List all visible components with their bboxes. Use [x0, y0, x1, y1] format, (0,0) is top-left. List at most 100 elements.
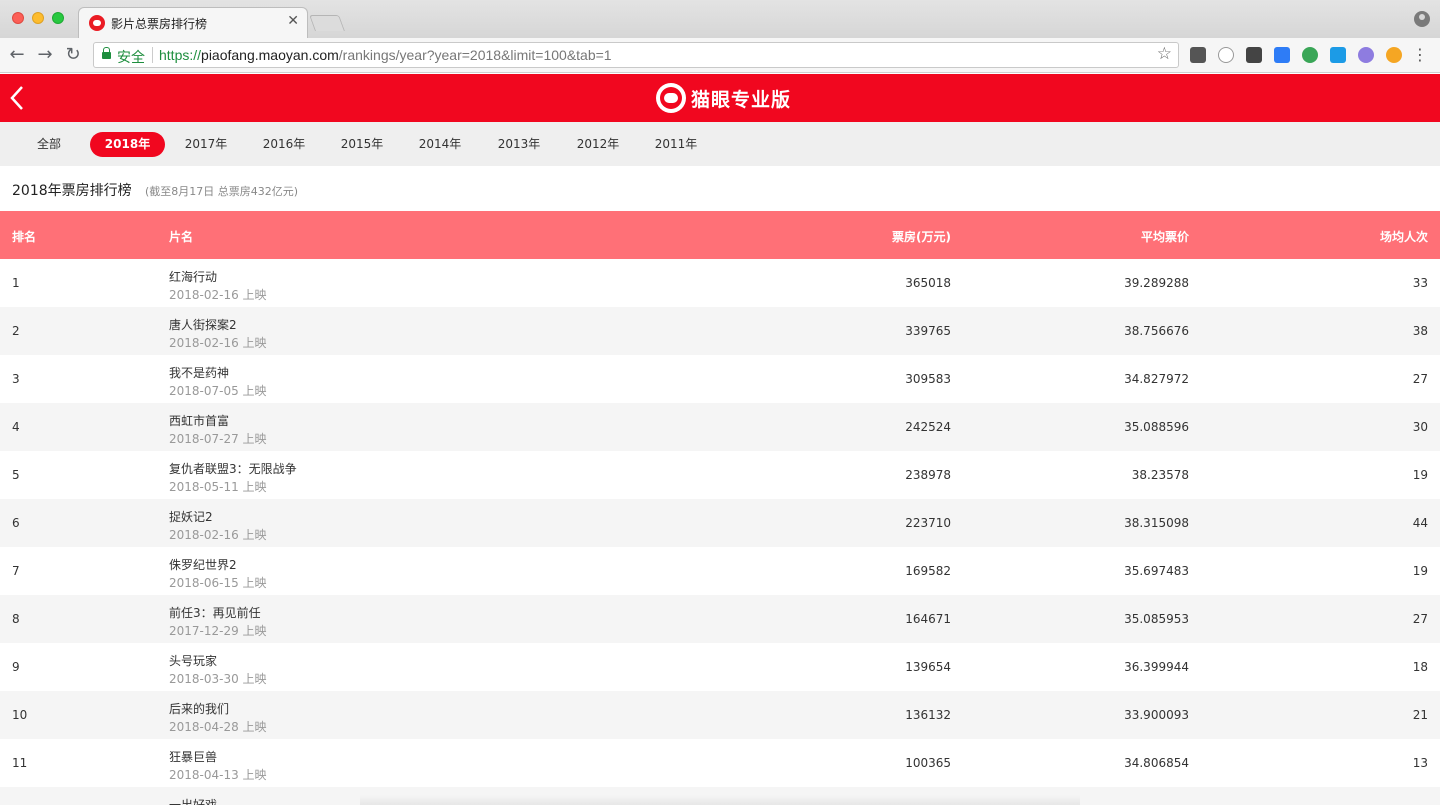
box-office-cell: 136132	[905, 708, 951, 722]
movie-name-cell: 捉妖记2	[169, 510, 213, 524]
box-office-cell: 365018	[905, 276, 951, 290]
box-office-cell: 339765	[905, 324, 951, 338]
extension-p-icon[interactable]	[1330, 47, 1346, 63]
brand-name: 猫眼专业版	[691, 88, 792, 111]
table-body: 1 红海行动 2018-02-16 上映 365018 39.289288 33 2 唐人街探…	[0, 259, 1440, 805]
year-tab[interactable]: 2012年	[570, 132, 626, 157]
year-tab[interactable]: 2013年	[491, 132, 547, 157]
extension-pocket-icon[interactable]	[1274, 47, 1290, 63]
tab-close-icon[interactable]: ✕	[287, 13, 299, 29]
release-date-cell: 2018-05-11 上映	[169, 480, 267, 494]
avg-people-cell: 21	[1412, 708, 1428, 722]
browser-tab[interactable]: 影片总票房排行榜 ✕	[78, 7, 308, 38]
movie-name-cell: 前任3：再见前任	[169, 606, 261, 620]
year-tab[interactable]: 2015年	[334, 132, 390, 157]
maoyan-favicon-icon	[89, 15, 105, 31]
profile-icon[interactable]	[1414, 11, 1430, 27]
window-maximize-button[interactable]	[52, 12, 64, 24]
box-office-cell: 139654	[905, 660, 951, 674]
bookmark-star-icon[interactable]: ☆	[1157, 44, 1172, 64]
table-row[interactable]: 3 我不是药神 2018-07-05 上映 309583 34.827972 27	[0, 355, 1440, 403]
release-date-cell: 2018-07-05 上映	[169, 384, 267, 398]
box-office-cell: 223710	[905, 516, 951, 530]
brand: 猫眼专业版	[656, 83, 791, 113]
box-office-cell: 100365	[905, 756, 951, 770]
back-chevron-icon[interactable]	[8, 84, 26, 112]
table-row[interactable]: 11 狂暴巨兽 2018-04-13 上映 100365 34.806854 13	[0, 739, 1440, 787]
col-header-rank: 排名	[12, 230, 37, 244]
movie-name-cell: 头号玩家	[169, 654, 218, 668]
table-row[interactable]: 9 头号玩家 2018-03-30 上映 139654 36.399944 18	[0, 643, 1440, 691]
extension-translate-icon[interactable]	[1246, 47, 1262, 63]
movie-name-cell: 唐人街探案2	[169, 318, 237, 332]
address-bar[interactable]: 安全 https://piaofang.maoyan.com/rankings/…	[93, 42, 1179, 68]
rank-cell: 11	[12, 756, 28, 770]
url-path: /rankings/year?year=2018&limit=100&tab=1	[338, 47, 612, 63]
avg-price-cell: 33.900093	[1124, 708, 1189, 722]
extension-star-icon[interactable]	[1386, 47, 1402, 63]
table-header: 排名 片名 票房(万元) 平均票价 场均人次	[0, 211, 1440, 259]
avg-price-cell: 39.289288	[1124, 276, 1189, 290]
reload-icon[interactable]: ↻	[62, 43, 84, 67]
window-close-button[interactable]	[12, 12, 24, 24]
movie-name-cell: 西虹市首富	[169, 414, 230, 428]
table-row[interactable]: 10 后来的我们 2018-04-28 上映 136132 33.900093 21	[0, 691, 1440, 739]
extension-owl-icon[interactable]	[1190, 47, 1206, 63]
year-tab[interactable]: 2014年	[412, 132, 468, 157]
avg-people-cell: 30	[1412, 420, 1428, 434]
browser-menu-icon[interactable]: ⋮	[1412, 44, 1428, 66]
rank-cell: 6	[12, 516, 20, 530]
extension-globe-icon[interactable]	[1302, 47, 1318, 63]
browser-toolbar: ← → ↻ 安全 https://piaofang.maoyan.com/ran…	[0, 38, 1440, 73]
table-row[interactable]: 2 唐人街探案2 2018-02-16 上映 339765 38.756676 38	[0, 307, 1440, 355]
release-date-cell: 2018-03-30 上映	[169, 672, 267, 686]
lock-icon	[102, 47, 111, 59]
rank-cell: 5	[12, 468, 20, 482]
box-office-cell: 309583	[905, 372, 951, 386]
table-row[interactable]: 6 捉妖记2 2018-02-16 上映 223710 38.315098 44	[0, 499, 1440, 547]
year-tab[interactable]: 2018年	[90, 132, 165, 157]
rank-cell: 2	[12, 324, 20, 338]
avg-people-cell: 33	[1412, 276, 1428, 290]
avg-price-cell: 35.085953	[1124, 612, 1189, 626]
year-tab[interactable]: 2017年	[178, 132, 234, 157]
ranking-subtitle: (截至8月17日 总票房432亿元)	[145, 185, 299, 198]
avg-price-cell: 34.806854	[1124, 756, 1189, 770]
release-date-cell: 2018-02-16 上映	[169, 336, 267, 350]
forward-arrow-icon[interactable]: →	[34, 43, 56, 67]
rank-cell: 1	[12, 276, 20, 290]
table-row[interactable]: 8 前任3：再见前任 2017-12-29 上映 164671 35.085953 27	[0, 595, 1440, 643]
col-header-price[interactable]: 平均票价	[1141, 228, 1189, 245]
box-office-cell: 169582	[905, 564, 951, 578]
window-minimize-button[interactable]	[32, 12, 44, 24]
movie-name-cell: 侏罗纪世界2	[169, 558, 237, 572]
avg-price-cell: 38.756676	[1124, 324, 1189, 338]
movie-name-cell: 我不是药神	[169, 366, 230, 380]
scroll-shadow	[360, 795, 1080, 805]
release-date-cell: 2018-04-13 上映	[169, 768, 267, 782]
col-header-box[interactable]: 票房(万元)	[892, 228, 951, 245]
new-tab-button[interactable]	[309, 15, 345, 31]
back-arrow-icon[interactable]: ←	[6, 43, 28, 67]
table-row[interactable]: 4 西虹市首富 2018-07-27 上映 242524 35.088596 30	[0, 403, 1440, 451]
table-row[interactable]: 1 红海行动 2018-02-16 上映 365018 39.289288 33	[0, 259, 1440, 307]
rank-cell: 10	[12, 708, 28, 722]
avg-people-cell: 19	[1412, 564, 1428, 578]
extension-r-icon[interactable]	[1358, 47, 1374, 63]
url-host: piaofang.maoyan.com	[201, 47, 339, 63]
year-tab[interactable]: 2011年	[648, 132, 704, 157]
avg-people-cell: 44	[1412, 516, 1428, 530]
year-tab[interactable]: 2016年	[256, 132, 312, 157]
box-office-cell: 164671	[905, 612, 951, 626]
box-office-cell: 238978	[905, 468, 951, 482]
col-header-people[interactable]: 场均人次	[1380, 228, 1428, 245]
release-date-cell: 2017-12-29 上映	[169, 624, 267, 638]
year-tab[interactable]: 全部	[30, 132, 68, 157]
table-row[interactable]: 5 复仇者联盟3：无限战争 2018-05-11 上映 238978 38.23578 1…	[0, 451, 1440, 499]
url-text[interactable]: https://piaofang.maoyan.com/rankings/yea…	[159, 47, 612, 63]
table-row[interactable]: 7 侏罗纪世界2 2018-06-15 上映 169582 35.697483 19	[0, 547, 1440, 595]
address-divider	[152, 47, 153, 63]
extension-circle-icon[interactable]	[1218, 47, 1234, 63]
tab-title: 影片总票房排行榜	[111, 17, 208, 31]
avg-price-cell: 38.23578	[1131, 468, 1189, 482]
